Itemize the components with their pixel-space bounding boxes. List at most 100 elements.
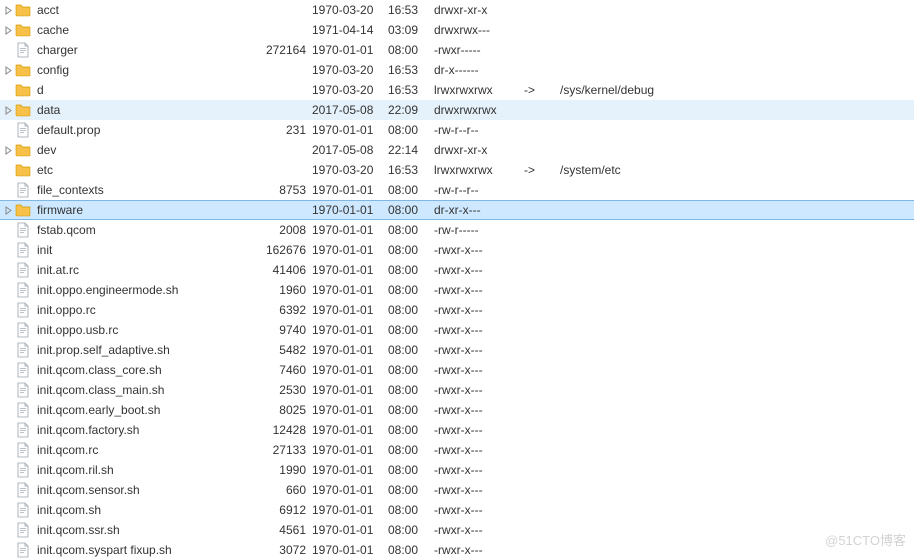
name-cell[interactable]: init.prop.self_adaptive.sh	[0, 342, 260, 358]
file-icon	[15, 342, 31, 358]
name-cell[interactable]: data	[0, 102, 260, 118]
date-cell: 1970-01-01	[312, 443, 388, 457]
date-cell: 1970-01-01	[312, 343, 388, 357]
file-row[interactable]: default.prop2311970-01-0108:00-rw-r--r--	[0, 120, 914, 140]
name-cell[interactable]: dev	[0, 142, 260, 158]
file-row[interactable]: init.qcom.early_boot.sh80251970-01-0108:…	[0, 400, 914, 420]
file-row[interactable]: init.oppo.usb.rc97401970-01-0108:00-rwxr…	[0, 320, 914, 340]
permissions-cell: -rwxr-x---	[434, 403, 524, 417]
file-icon	[15, 122, 31, 138]
file-row[interactable]: file_contexts87531970-01-0108:00-rw-r--r…	[0, 180, 914, 200]
file-row[interactable]: fstab.qcom20081970-01-0108:00-rw-r-----	[0, 220, 914, 240]
file-name: init.qcom.class_core.sh	[37, 363, 162, 377]
file-row[interactable]: init.qcom.class_main.sh25301970-01-0108:…	[0, 380, 914, 400]
name-cell[interactable]: init	[0, 242, 260, 258]
file-icon	[15, 462, 31, 478]
date-cell: 1970-01-01	[312, 263, 388, 277]
file-row[interactable]: init.qcom.factory.sh124281970-01-0108:00…	[0, 420, 914, 440]
name-cell[interactable]: acct	[0, 2, 260, 18]
size-cell: 231	[260, 123, 312, 137]
folder-row[interactable]: config1970-03-2016:53dr-x------	[0, 60, 914, 80]
file-row[interactable]: init.qcom.sh69121970-01-0108:00-rwxr-x--…	[0, 500, 914, 520]
folder-row[interactable]: firmware1970-01-0108:00dr-xr-x---	[0, 200, 914, 220]
file-row[interactable]: init.qcom.ssr.sh45611970-01-0108:00-rwxr…	[0, 520, 914, 540]
file-row[interactable]: init.qcom.class_core.sh 74601970-01-0108:…	[0, 360, 914, 380]
file-name: init.qcom.ssr.sh	[37, 523, 120, 537]
date-cell: 1970-01-01	[312, 363, 388, 377]
file-name: init.qcom.factory.sh	[37, 423, 139, 437]
name-cell[interactable]: init.oppo.usb.rc	[0, 322, 260, 338]
file-row[interactable]: init.qcom.syspart fixup.sh30721970-01-01…	[0, 540, 914, 560]
file-icon	[15, 422, 31, 438]
file-name: charger	[37, 43, 78, 57]
file-icon	[15, 362, 31, 378]
date-cell: 1970-01-01	[312, 423, 388, 437]
date-cell: 1970-01-01	[312, 223, 388, 237]
name-cell[interactable]: init.qcom.early_boot.sh	[0, 402, 260, 418]
folder-row[interactable]: d1970-03-2016:53lrwxrwxrwx->/sys/kernel/…	[0, 80, 914, 100]
name-cell[interactable]: init.qcom.ril.sh	[0, 462, 260, 478]
name-cell[interactable]: fstab.qcom	[0, 222, 260, 238]
name-cell[interactable]: init.oppo.rc	[0, 302, 260, 318]
file-row[interactable]: init.prop.self_adaptive.sh54821970-01-01…	[0, 340, 914, 360]
name-cell[interactable]: init.qcom.syspart fixup.sh	[0, 542, 260, 558]
expand-toggle-icon[interactable]	[4, 106, 13, 115]
permissions-cell: drwxrwxrwx	[434, 103, 524, 117]
time-cell: 08:00	[388, 423, 434, 437]
permissions-cell: -rwxr-----	[434, 43, 524, 57]
expand-toggle-icon[interactable]	[4, 146, 13, 155]
folder-row[interactable]: etc1970-03-2016:53lrwxrwxrwx->/system/et…	[0, 160, 914, 180]
name-cell[interactable]: init.qcom.class_main.sh	[0, 382, 260, 398]
expand-toggle-icon[interactable]	[4, 66, 13, 75]
name-cell[interactable]: cache	[0, 22, 260, 38]
folder-icon	[15, 82, 31, 98]
name-cell[interactable]: charger	[0, 42, 260, 58]
time-cell: 08:00	[388, 283, 434, 297]
name-cell[interactable]: config	[0, 62, 260, 78]
name-cell[interactable]: init.qcom.ssr.sh	[0, 522, 260, 538]
permissions-cell: -rwxr-x---	[434, 303, 524, 317]
file-row[interactable]: init.qcom.rc271331970-01-0108:00-rwxr-x-…	[0, 440, 914, 460]
link-target-cell: /sys/kernel/debug	[560, 83, 914, 97]
name-cell[interactable]: init.qcom.factory.sh	[0, 422, 260, 438]
permissions-cell: -rw-r--r--	[434, 123, 524, 137]
time-cell: 08:00	[388, 363, 434, 377]
name-cell[interactable]: default.prop	[0, 122, 260, 138]
name-cell[interactable]: file_contexts	[0, 182, 260, 198]
name-cell[interactable]: etc	[0, 162, 260, 178]
size-cell: 1960	[260, 283, 312, 297]
file-row[interactable]: init.at.rc414061970-01-0108:00-rwxr-x---	[0, 260, 914, 280]
file-row[interactable]: init.qcom.sensor.sh6601970-01-0108:00-rw…	[0, 480, 914, 500]
folder-row[interactable]: acct1970-03-2016:53drwxr-xr-x	[0, 0, 914, 20]
permissions-cell: drwxrwx---	[434, 23, 524, 37]
name-cell[interactable]: init.qcom.sensor.sh	[0, 482, 260, 498]
name-cell[interactable]: init.qcom.class_core.sh	[0, 362, 260, 378]
size-cell: 7460	[260, 363, 312, 377]
permissions-cell: drwxr-xr-x	[434, 3, 524, 17]
name-cell[interactable]: init.qcom.rc	[0, 442, 260, 458]
file-row[interactable]: init.oppo.engineermode.sh19601970-01-010…	[0, 280, 914, 300]
expand-toggle-icon[interactable]	[4, 26, 13, 35]
time-cell: 08:00	[388, 503, 434, 517]
date-cell: 1970-01-01	[312, 123, 388, 137]
file-row[interactable]: init.qcom.ril.sh19901970-01-0108:00-rwxr…	[0, 460, 914, 480]
expand-toggle-icon[interactable]	[4, 6, 13, 15]
file-icon	[15, 282, 31, 298]
folder-row[interactable]: dev2017-05-0822:14drwxr-xr-x	[0, 140, 914, 160]
name-cell[interactable]: firmware	[0, 202, 260, 218]
permissions-cell: -rw-r--r--	[434, 183, 524, 197]
name-cell[interactable]: init.at.rc	[0, 262, 260, 278]
permissions-cell: -rw-r-----	[434, 223, 524, 237]
permissions-cell: -rwxr-x---	[434, 523, 524, 537]
folder-row[interactable]: data2017-05-0822:09drwxrwxrwx	[0, 100, 914, 120]
name-cell[interactable]: init.oppo.engineermode.sh	[0, 282, 260, 298]
name-cell[interactable]: init.qcom.sh	[0, 502, 260, 518]
expand-toggle-icon[interactable]	[4, 206, 13, 215]
permissions-cell: -rwxr-x---	[434, 343, 524, 357]
file-row[interactable]: init1626761970-01-0108:00-rwxr-x---	[0, 240, 914, 260]
file-row[interactable]: init.oppo.rc63921970-01-0108:00-rwxr-x--…	[0, 300, 914, 320]
name-cell[interactable]: d	[0, 82, 260, 98]
date-cell: 2017-05-08	[312, 143, 388, 157]
file-row[interactable]: charger2721641970-01-0108:00-rwxr-----	[0, 40, 914, 60]
folder-row[interactable]: cache1971-04-1403:09drwxrwx---	[0, 20, 914, 40]
